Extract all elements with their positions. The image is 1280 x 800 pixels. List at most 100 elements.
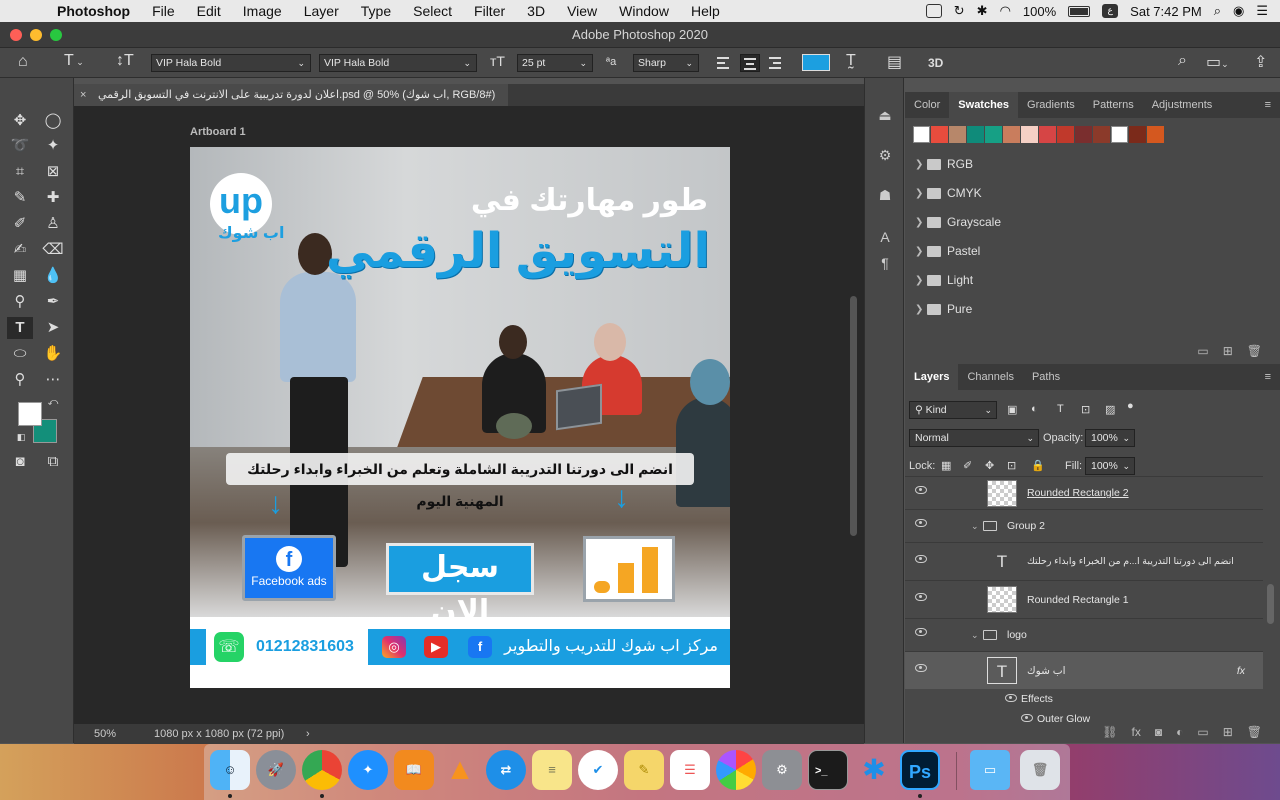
books-icon[interactable]: 📖: [394, 750, 434, 790]
filter-pixel-icon[interactable]: ▣: [1007, 403, 1017, 416]
document-tab[interactable]: × اعلان لدورة تدريبية على الانترنت في ال…: [74, 84, 508, 106]
swatch-folder-cmyk[interactable]: ❯ CMYK: [905, 179, 1263, 208]
elliptical-marquee-tool-icon[interactable]: ◯: [40, 110, 66, 132]
layer-name[interactable]: Rounded Rectangle 2: [1027, 477, 1129, 510]
collapse-chevron-icon[interactable]: ⌄: [971, 510, 979, 543]
launchpad-icon[interactable]: 🚀: [256, 750, 296, 790]
color-swatch-11[interactable]: [1093, 126, 1110, 143]
status-menu-icon[interactable]: ›: [306, 724, 310, 744]
minimize-window-button[interactable]: [30, 29, 42, 41]
ellipse-shape-tool-icon[interactable]: ⬭: [7, 343, 33, 365]
brush-tool-icon[interactable]: ✐: [7, 213, 33, 235]
font-family-select[interactable]: VIP Hala Bold ⌄: [151, 54, 311, 72]
layer-effects-fx-icon[interactable]: fx: [1237, 652, 1245, 690]
filter-type-icon[interactable]: T: [1057, 403, 1064, 415]
chrome-icon[interactable]: [302, 750, 342, 790]
adjustment-layer-icon[interactable]: ◐: [1176, 725, 1183, 739]
menu-image[interactable]: Image: [232, 3, 293, 19]
lasso-tool-icon[interactable]: ➰: [7, 135, 33, 157]
new-group-icon[interactable]: ▭: [1197, 725, 1208, 739]
history-brush-tool-icon[interactable]: ✍: [7, 239, 33, 261]
menu-select[interactable]: Select: [402, 3, 463, 19]
color-swatch-1[interactable]: [913, 126, 930, 143]
sync-icon[interactable]: ↻: [954, 3, 965, 19]
filter-toggle-icon[interactable]: ●: [1127, 400, 1134, 412]
healing-brush-tool-icon[interactable]: ✚: [40, 187, 66, 209]
downloads-folder-icon[interactable]: ▭: [970, 750, 1010, 790]
foreground-color-swatch[interactable]: [18, 402, 42, 426]
close-tab-icon[interactable]: ×: [80, 84, 86, 106]
quick-mask-icon[interactable]: ◙: [7, 451, 33, 473]
menu-filter[interactable]: Filter: [463, 3, 516, 19]
tasks-icon[interactable]: ✔: [578, 750, 618, 790]
menu-window[interactable]: Window: [608, 3, 680, 19]
visibility-eye-icon[interactable]: [1021, 714, 1033, 722]
visibility-eye-icon[interactable]: [915, 628, 927, 636]
add-style-fx-icon[interactable]: fx: [1132, 725, 1141, 739]
history-panel-icon[interactable]: ⏏: [873, 104, 897, 126]
spotlight-search-icon[interactable]: ⌕: [1214, 3, 1221, 19]
layer-name[interactable]: اب شوك: [1027, 652, 1066, 690]
panel-menu-icon[interactable]: ≡: [1256, 92, 1280, 118]
font-style-select[interactable]: VIP Hala Bold ⌄: [319, 54, 477, 72]
move-tool-icon[interactable]: ✥: [7, 110, 33, 132]
paragraph-panel-icon[interactable]: ¶: [873, 252, 897, 274]
eyedropper-tool-icon[interactable]: ✎: [7, 187, 33, 209]
battery-icon[interactable]: [1068, 5, 1091, 17]
color-swatch-6[interactable]: [1003, 126, 1020, 143]
layer-kind-filter[interactable]: ⚲ Kind ⌄: [909, 401, 997, 419]
tab-color[interactable]: Color: [905, 92, 949, 118]
lock-all-icon[interactable]: 🔒: [1031, 459, 1045, 472]
layer-row[interactable]: ⌄ Group 2: [905, 509, 1263, 542]
new-group-icon[interactable]: ▭: [1197, 344, 1208, 358]
visibility-eye-icon[interactable]: [915, 519, 927, 527]
screen-mode-icon[interactable]: ⧉: [40, 451, 66, 473]
color-swatch-2[interactable]: [931, 126, 948, 143]
terminal-icon[interactable]: >_: [808, 750, 848, 790]
tab-swatches[interactable]: Swatches: [949, 92, 1019, 118]
zoom-window-button[interactable]: [50, 29, 62, 41]
layer-row[interactable]: ⌄ logo: [905, 618, 1263, 651]
safari-icon[interactable]: ✦: [348, 750, 388, 790]
photoshop-icon[interactable]: Ps: [900, 750, 940, 790]
dodge-tool-icon[interactable]: ⚲: [7, 291, 33, 313]
fill-field[interactable]: 100% ⌄: [1085, 457, 1135, 475]
search-icon[interactable]: ⌕: [1178, 52, 1187, 70]
color-swatch-4[interactable]: [967, 126, 984, 143]
reminders-icon[interactable]: ☰: [670, 750, 710, 790]
layer-name[interactable]: Group 2: [1007, 510, 1045, 543]
system-preferences-icon[interactable]: ⚙: [762, 750, 802, 790]
wifi-icon[interactable]: ◠: [1000, 3, 1011, 19]
blur-tool-icon[interactable]: 💧: [40, 265, 66, 287]
bluetooth-icon[interactable]: ✱: [977, 3, 988, 19]
swatch-folder-pure[interactable]: ❯ Pure: [905, 295, 1263, 324]
path-selection-tool-icon[interactable]: ➤: [40, 317, 66, 339]
photos-icon[interactable]: [716, 750, 756, 790]
font-size-select[interactable]: 25 pt ⌄: [517, 54, 593, 72]
filter-smart-object-icon[interactable]: ▨: [1105, 403, 1115, 416]
menubar-clock[interactable]: Sat 7:42 PM: [1130, 4, 1202, 19]
swatch-folder-pastel[interactable]: ❯ Pastel: [905, 237, 1263, 266]
visibility-eye-icon[interactable]: [1005, 694, 1017, 702]
layers-scrollbar[interactable]: [1267, 584, 1274, 624]
menu-help[interactable]: Help: [680, 3, 731, 19]
menu-type[interactable]: Type: [350, 3, 402, 19]
swatch-folder-grayscale[interactable]: ❯ Grayscale: [905, 208, 1263, 237]
blend-mode-select[interactable]: Normal ⌄: [909, 429, 1039, 447]
tab-paths[interactable]: Paths: [1023, 364, 1069, 390]
tab-layers[interactable]: Layers: [905, 364, 959, 390]
artboard[interactable]: up اب شوك طور مهارتك في التسويق الرقمي ا…: [190, 147, 730, 688]
trash-icon[interactable]: 🗑: [1020, 750, 1060, 790]
visibility-eye-icon[interactable]: [915, 664, 927, 672]
visibility-eye-icon[interactable]: [915, 486, 927, 494]
keyboard-input-icon[interactable]: ع: [1102, 4, 1119, 18]
magic-wand-tool-icon[interactable]: ✦: [40, 135, 66, 157]
lock-image-icon[interactable]: ✐: [963, 459, 972, 472]
zoom-level[interactable]: 50%: [94, 724, 116, 744]
align-left-button[interactable]: [714, 54, 734, 72]
delete-swatch-icon[interactable]: 🗑: [1247, 344, 1262, 358]
text-color-swatch[interactable]: [802, 54, 830, 71]
layer-name[interactable]: logo: [1007, 619, 1027, 652]
delete-layer-icon[interactable]: 🗑: [1247, 725, 1262, 739]
layers-menu-icon[interactable]: ≡: [1256, 364, 1280, 390]
